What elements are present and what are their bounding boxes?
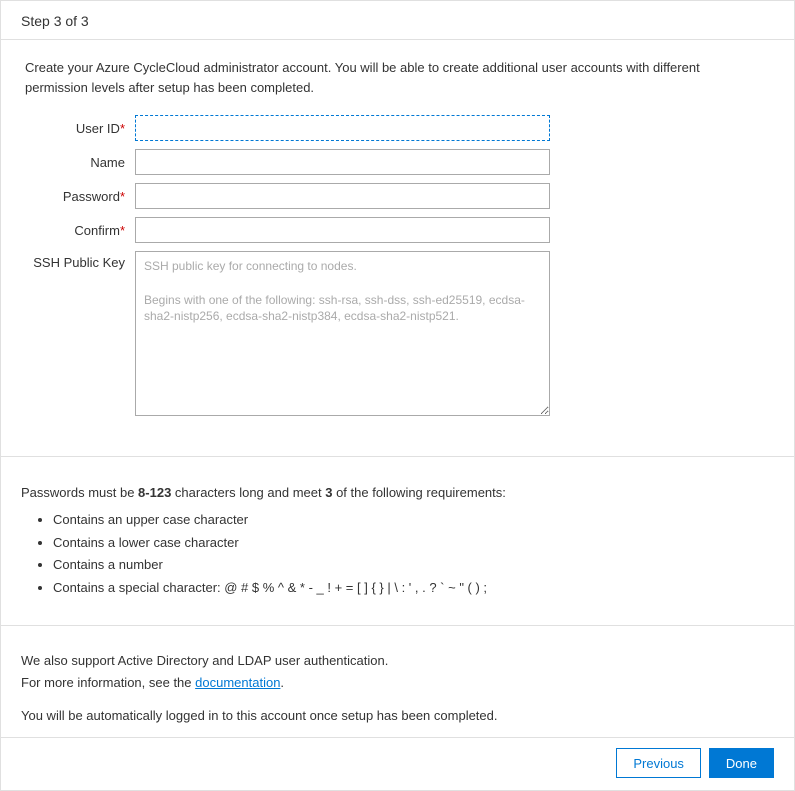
description-text: Create your Azure CycleCloud administrat… bbox=[25, 58, 745, 97]
ssh-row: SSH Public Key bbox=[25, 251, 770, 416]
ldap-prefix: For more information, see the bbox=[21, 675, 195, 690]
step-header: Step 3 of 3 bbox=[1, 1, 794, 40]
page-container: Step 3 of 3 Create your Azure CycleCloud… bbox=[0, 0, 795, 791]
bold-count: 3 bbox=[325, 485, 332, 500]
step-title: Step 3 of 3 bbox=[21, 13, 89, 29]
name-label: Name bbox=[25, 155, 135, 170]
name-input[interactable] bbox=[135, 149, 550, 175]
req-uppercase: Contains an upper case character bbox=[53, 510, 774, 531]
password-requirements: Passwords must be 8-123 characters long … bbox=[1, 471, 794, 611]
auto-login-text: You will be automatically logged in to t… bbox=[21, 708, 498, 723]
user-id-row: User ID* bbox=[25, 115, 770, 141]
documentation-link[interactable]: documentation bbox=[195, 675, 280, 690]
divider-1 bbox=[1, 456, 794, 457]
divider-2 bbox=[1, 625, 794, 626]
main-content: Create your Azure CycleCloud administrat… bbox=[1, 40, 794, 442]
user-id-label: User ID* bbox=[25, 121, 135, 136]
auto-login-note: You will be automatically logged in to t… bbox=[1, 704, 794, 737]
confirm-row: Confirm* bbox=[25, 217, 770, 243]
ldap-suffix: . bbox=[280, 675, 284, 690]
bold-range: 8-123 bbox=[138, 485, 171, 500]
password-req-intro: Passwords must be 8-123 characters long … bbox=[21, 483, 774, 504]
ldap-line1: We also support Active Directory and LDA… bbox=[21, 650, 774, 672]
ssh-textarea[interactable] bbox=[135, 251, 550, 416]
password-label: Password* bbox=[25, 189, 135, 204]
req-lowercase: Contains a lower case character bbox=[53, 533, 774, 554]
form-section: User ID* Name Password* Confirm* bbox=[25, 115, 770, 416]
name-row: Name bbox=[25, 149, 770, 175]
password-row: Password* bbox=[25, 183, 770, 209]
done-button[interactable]: Done bbox=[709, 748, 774, 778]
req-special: Contains a special character: @ # $ % ^ … bbox=[53, 578, 774, 599]
confirm-label: Confirm* bbox=[25, 223, 135, 238]
password-input[interactable] bbox=[135, 183, 550, 209]
password-required: * bbox=[120, 189, 125, 204]
requirements-list: Contains an upper case character Contain… bbox=[53, 510, 774, 599]
user-id-input[interactable] bbox=[135, 115, 550, 141]
confirm-input[interactable] bbox=[135, 217, 550, 243]
previous-button[interactable]: Previous bbox=[616, 748, 701, 778]
req-number: Contains a number bbox=[53, 555, 774, 576]
ldap-section: We also support Active Directory and LDA… bbox=[1, 640, 794, 704]
confirm-required: * bbox=[120, 223, 125, 238]
ldap-line2: For more information, see the documentat… bbox=[21, 672, 774, 694]
footer-buttons: Previous Done bbox=[1, 737, 794, 790]
user-id-required: * bbox=[120, 121, 125, 136]
ssh-label: SSH Public Key bbox=[25, 251, 135, 270]
